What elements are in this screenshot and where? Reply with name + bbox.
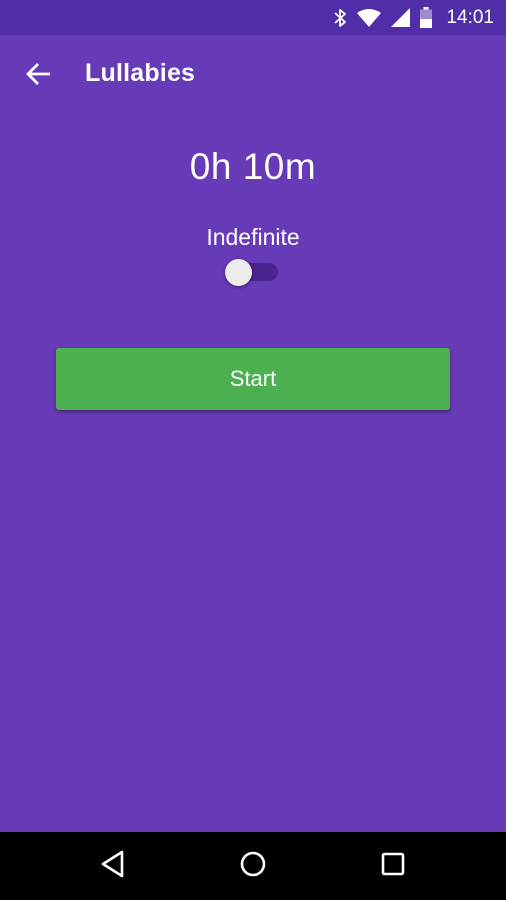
status-bar: 14:01 xyxy=(0,0,506,35)
toggle-thumb xyxy=(225,259,252,286)
start-button[interactable]: Start xyxy=(56,348,450,410)
back-button[interactable] xyxy=(18,55,60,97)
indefinite-label: Indefinite xyxy=(206,224,300,250)
arrow-back-icon xyxy=(26,62,52,91)
battery-icon xyxy=(420,7,433,28)
bluetooth-icon xyxy=(333,8,347,28)
back-triangle-icon xyxy=(100,850,126,883)
nav-recents-button[interactable] xyxy=(373,846,413,886)
status-icons: 14:01 xyxy=(333,0,494,35)
wifi-icon xyxy=(357,8,382,27)
timer-display[interactable]: 0h 10m xyxy=(0,146,506,188)
nav-home-button[interactable] xyxy=(233,846,273,886)
recents-square-icon xyxy=(380,851,406,882)
status-time: 14:01 xyxy=(446,6,494,28)
app-bar: Lullabies xyxy=(0,35,506,113)
home-circle-icon xyxy=(239,850,267,883)
app-title: Lullabies xyxy=(85,59,196,87)
app-screen: 14:01 Lullabies 0h 10m Indefinite Start xyxy=(0,0,506,900)
navigation-bar xyxy=(0,832,506,900)
nav-back-button[interactable] xyxy=(93,846,133,886)
indefinite-toggle[interactable] xyxy=(224,256,280,288)
signal-icon xyxy=(391,8,411,27)
